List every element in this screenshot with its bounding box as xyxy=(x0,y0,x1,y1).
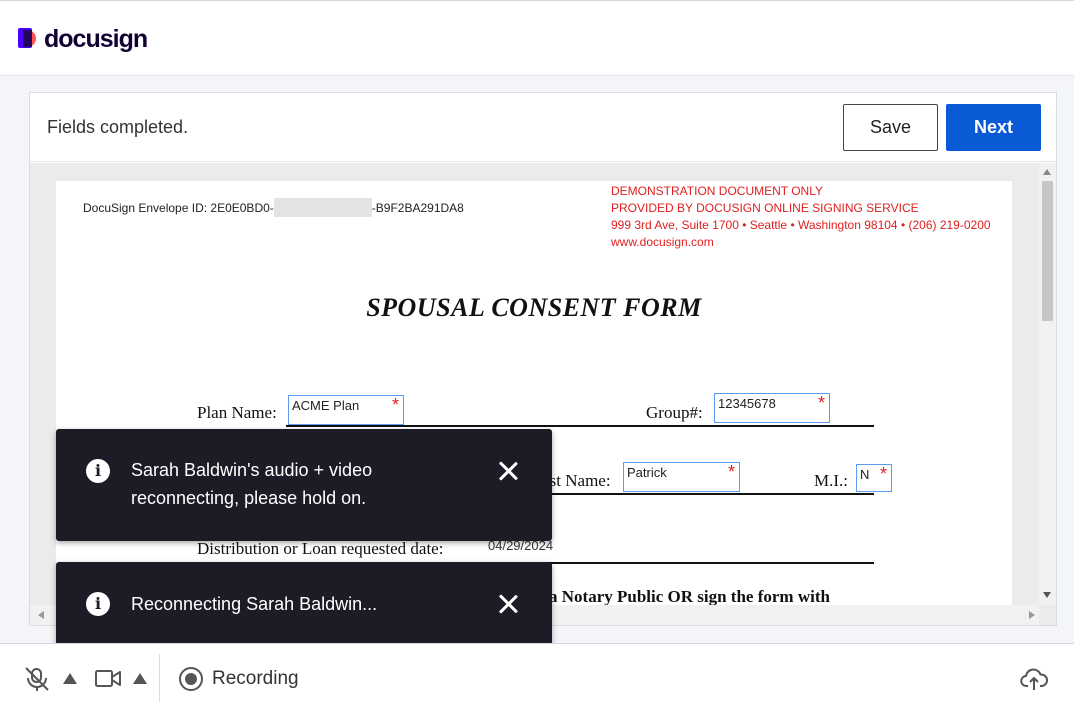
middle-initial-value: N xyxy=(860,467,870,482)
scroll-up-icon[interactable] xyxy=(1043,169,1051,175)
form-title: SPOUSAL CONSENT FORM xyxy=(366,293,702,322)
first-name-value: Patrick xyxy=(627,465,667,480)
vertical-scrollbar[interactable] xyxy=(1039,163,1056,605)
demo-line: www.docusign.com xyxy=(611,235,714,249)
scroll-right-icon[interactable] xyxy=(1029,611,1035,619)
envelope-id: DocuSign Envelope ID: 2E0E0BD0- -B9F2BA2… xyxy=(83,198,464,217)
first-name-field[interactable]: Patrick * xyxy=(623,462,740,492)
info-icon: i xyxy=(86,592,110,616)
camera-icon[interactable] xyxy=(94,668,122,690)
mi-label: M.I.: xyxy=(814,471,848,490)
close-icon[interactable] xyxy=(496,459,520,483)
demo-line: PROVIDED BY DOCUSIGN ONLINE SIGNING SERV… xyxy=(611,201,919,215)
distribution-date-label: Distribution or Loan requested date: xyxy=(197,539,444,558)
document-page: DocuSign Envelope ID: 2E0E0BD0- -B9F2BA2… xyxy=(56,181,1012,611)
close-icon[interactable] xyxy=(496,592,520,616)
docusign-logo: docusign xyxy=(18,25,148,53)
notary-instruction-text: a Notary Public OR sign the form with xyxy=(549,587,830,606)
scrollbar-thumb[interactable] xyxy=(1042,181,1053,321)
recording-label: Recording xyxy=(212,668,299,689)
plan-name-field[interactable]: ACME Plan * xyxy=(288,395,404,425)
name-line xyxy=(526,493,874,495)
mic-muted-icon[interactable] xyxy=(24,666,50,692)
toast-message: Reconnecting Sarah Baldwin... xyxy=(131,590,377,618)
required-marker: * xyxy=(391,395,399,415)
toast-message-line: Reconnecting Sarah Baldwin... xyxy=(131,594,378,614)
envelope-id-suffix: -B9F2BA291DA8 xyxy=(371,200,464,215)
signing-card: Fields completed. Save Next DocuSign Env… xyxy=(29,92,1057,626)
logo-text: docusign xyxy=(44,25,148,53)
group-number-field[interactable]: 12345678 * xyxy=(714,393,830,423)
plan-name-value: ACME Plan xyxy=(292,398,360,413)
first-name-label: rst Name: xyxy=(544,471,611,490)
middle-initial-field[interactable]: N * xyxy=(856,464,892,492)
envelope-id-redaction xyxy=(273,198,372,217)
toolbar-divider xyxy=(159,654,160,702)
recording-icon xyxy=(179,667,203,691)
signing-toolbar: Fields completed. Save Next xyxy=(30,93,1056,162)
reconnecting-toast: i Reconnecting Sarah Baldwin... xyxy=(56,562,552,646)
scroll-down-icon[interactable] xyxy=(1043,592,1051,598)
demo-line: 999 3rd Ave, Suite 1700 • Seattle • Wash… xyxy=(611,218,991,232)
scroll-left-icon[interactable] xyxy=(38,611,44,619)
document-viewer[interactable]: DocuSign Envelope ID: 2E0E0BD0- -B9F2BA2… xyxy=(30,163,1056,625)
toast-message: Sarah Baldwin's audio + video reconnecti… xyxy=(131,456,372,512)
required-marker: * xyxy=(879,464,887,484)
group-label: Group#: xyxy=(646,403,703,422)
top-bar: docusign xyxy=(0,0,1074,76)
fields-status-text: Fields completed. xyxy=(47,117,189,137)
demo-line: DEMONSTRATION DOCUMENT ONLY xyxy=(611,184,824,198)
docusign-logo-icon xyxy=(18,28,40,50)
envelope-id-prefix: DocuSign Envelope ID: 2E0E0BD0- xyxy=(83,200,274,215)
group-number-value: 12345678 xyxy=(718,396,776,411)
demo-notice: DEMONSTRATION DOCUMENT ONLY PROVIDED BY … xyxy=(611,183,991,251)
reconnect-toast: i Sarah Baldwin's audio + video reconnec… xyxy=(56,429,552,541)
toast-message-line: Sarah Baldwin's audio + video xyxy=(131,460,373,480)
mic-options-caret-icon[interactable] xyxy=(63,673,77,684)
required-marker: * xyxy=(817,393,825,413)
required-marker: * xyxy=(727,462,735,482)
camera-options-caret-icon[interactable] xyxy=(133,673,147,684)
toast-message-line: reconnecting, please hold on. xyxy=(131,488,367,508)
cloud-upload-icon[interactable] xyxy=(1020,666,1048,692)
call-control-bar: Recording xyxy=(0,643,1074,710)
next-button[interactable]: Next xyxy=(946,104,1041,151)
save-button[interactable]: Save xyxy=(843,104,938,151)
plan-name-label: Plan Name: xyxy=(197,403,277,422)
plan-name-line xyxy=(286,425,874,427)
info-icon: i xyxy=(86,459,110,483)
